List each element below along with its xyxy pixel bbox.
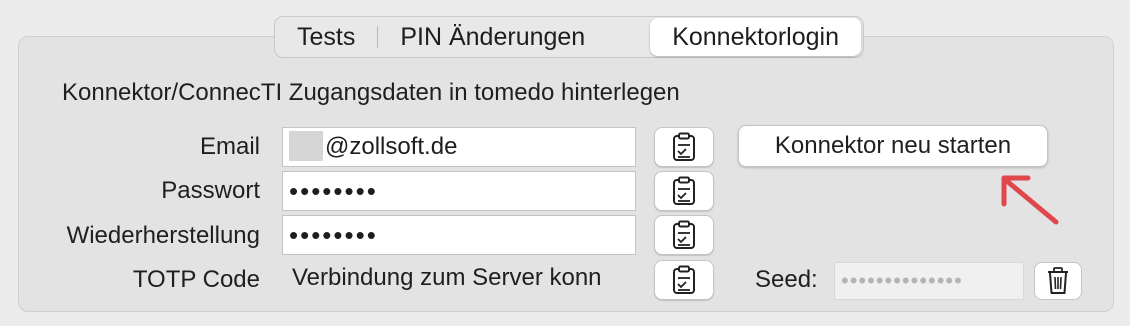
restart-connector-button[interactable]: Konnektor neu starten [738, 125, 1048, 167]
tab-konnektorlogin[interactable]: Konnektorlogin [650, 18, 861, 56]
annotation-arrow-icon [1001, 175, 1059, 225]
trash-icon [1048, 267, 1068, 294]
email-field[interactable]: @zollsoft.de [282, 127, 636, 167]
seed-field[interactable]: •••••••••••••• [834, 262, 1024, 300]
clipboard-icon [673, 220, 695, 249]
seed-label: Seed: [755, 266, 818, 293]
clipboard-icon [673, 132, 695, 161]
totp-label: TOTP Code [132, 266, 260, 293]
copy-password-button[interactable] [654, 171, 714, 211]
section-heading: Konnektor/ConnecTI Zugangsdaten in tomed… [62, 79, 680, 106]
tab-pin-aenderungen[interactable]: PIN Änderungen [378, 18, 607, 56]
password-field[interactable]: •••••••• [282, 171, 636, 211]
email-label: Email [199, 133, 260, 160]
recovery-field[interactable]: •••••••• [282, 215, 636, 255]
totp-status-text: Verbindung zum Server konn [292, 264, 602, 291]
copy-totp-button[interactable] [654, 260, 714, 300]
tab-tests[interactable]: Tests [275, 18, 377, 56]
tab-bar: Tests PIN Änderungen Konnektorlogin [274, 16, 864, 58]
password-value: •••••••• [289, 176, 378, 206]
recovery-value: •••••••• [289, 220, 378, 250]
clipboard-icon [673, 265, 695, 294]
redacted-block [289, 130, 323, 161]
recovery-label: Wiederherstellung [66, 222, 260, 249]
email-value: @zollsoft.de [325, 133, 458, 160]
copy-email-button[interactable] [654, 127, 714, 167]
password-label: Passwort [161, 177, 260, 204]
copy-recovery-button[interactable] [654, 215, 714, 255]
delete-seed-button[interactable] [1034, 262, 1082, 300]
clipboard-icon [673, 176, 695, 205]
